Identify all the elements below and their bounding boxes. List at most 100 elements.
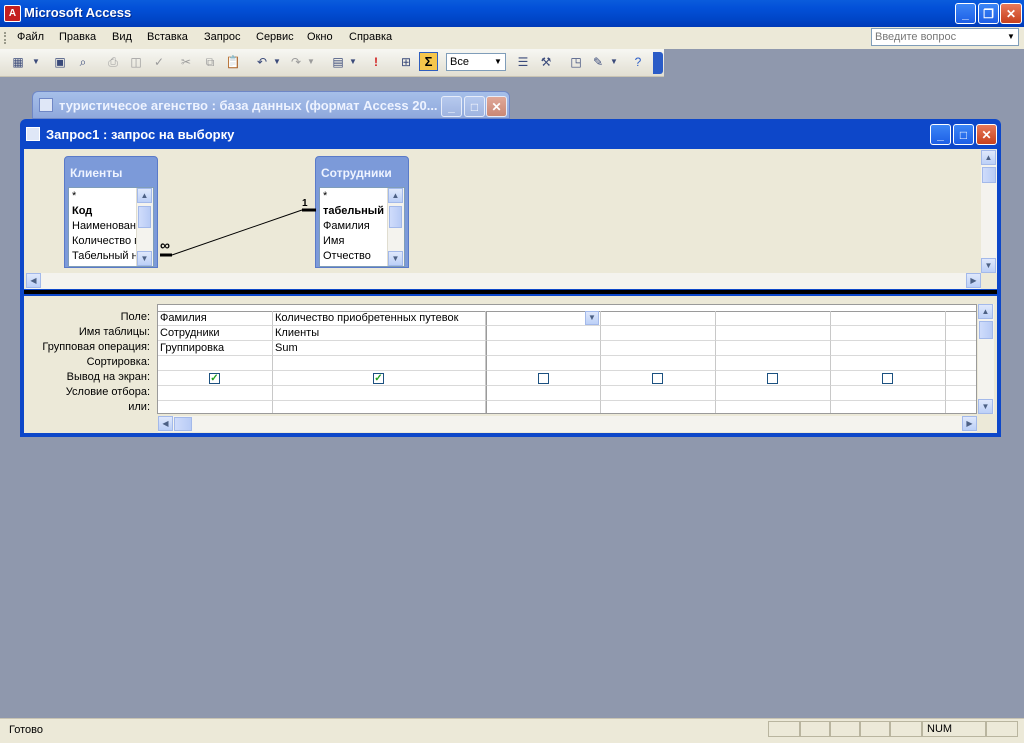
menu-view[interactable]: Вид (112, 31, 132, 43)
grid-cell-show[interactable] (486, 371, 601, 386)
grid-cell-or[interactable] (273, 401, 486, 413)
field-item[interactable]: Имя (323, 235, 389, 247)
show-checkbox[interactable]: ✓ (209, 373, 220, 384)
grid-cell-field[interactable]: Количество приобретенных путевок (273, 311, 486, 326)
chevron-up-icon[interactable]: ▲ (388, 188, 403, 203)
field-item[interactable]: табельный н (323, 205, 389, 217)
show-checkbox[interactable] (538, 373, 549, 384)
chevron-up-icon[interactable]: ▲ (978, 304, 993, 319)
field-item[interactable]: Наименовани (72, 220, 138, 232)
help-icon[interactable]: ? (630, 54, 646, 70)
grid-cell-table[interactable] (601, 326, 716, 341)
chevron-down-icon[interactable]: ▼ (609, 54, 619, 70)
grid-cell-or[interactable] (486, 401, 601, 413)
grid-cell-or[interactable] (158, 401, 273, 413)
chevron-right-icon[interactable]: ▶ (966, 273, 981, 288)
builder-icon[interactable]: ⚒ (538, 54, 554, 70)
grid-cell-show[interactable] (716, 371, 831, 386)
properties-icon[interactable]: ☰ (515, 54, 531, 70)
menu-edit[interactable]: Правка (59, 31, 96, 43)
query-close-button[interactable]: ✕ (976, 124, 997, 145)
grid-cell-table[interactable] (716, 326, 831, 341)
scroll-thumb[interactable] (174, 417, 192, 431)
field-item[interactable]: * (72, 190, 138, 202)
grid-vertical-scrollbar[interactable]: ▲ ▼ (978, 304, 994, 414)
close-button[interactable]: ✕ (1000, 3, 1022, 24)
field-item[interactable]: * (323, 190, 389, 202)
grid-cell-field[interactable]: ▼ (486, 311, 601, 326)
grid-cell-total[interactable]: Группировка (158, 341, 273, 356)
chevron-down-icon[interactable]: ▼ (492, 55, 504, 69)
grid-cell-field[interactable] (601, 311, 716, 326)
grid-cell-total[interactable] (831, 341, 946, 356)
chevron-down-icon[interactable]: ▼ (978, 399, 993, 414)
menu-window[interactable]: Окно (307, 31, 333, 43)
grid-cell-field[interactable] (716, 311, 831, 326)
new-object-icon[interactable]: ✎ (590, 54, 606, 70)
grid-cell-sort[interactable] (716, 356, 831, 371)
show-checkbox[interactable] (882, 373, 893, 384)
print-icon[interactable]: ⎙ (105, 54, 121, 70)
cut-icon[interactable]: ✂ (178, 54, 194, 70)
grid-cell-table[interactable] (946, 326, 976, 341)
chevron-down-icon[interactable]: ▼ (1005, 30, 1017, 44)
grid-cell-criteria[interactable] (946, 386, 976, 401)
grid-cell-or[interactable] (601, 401, 716, 413)
relationship-line[interactable] (156, 196, 320, 262)
show-table-icon[interactable]: ⊞ (398, 54, 414, 70)
table-clients-scrollbar[interactable]: ▲ ▼ (136, 188, 153, 266)
chevron-down-icon[interactable]: ▼ (388, 251, 403, 266)
restore-button[interactable]: ❐ (978, 3, 999, 24)
table-clients[interactable]: Клиенты * Код Наименовани Количество п Т… (64, 156, 158, 268)
menu-tools[interactable]: Сервис (256, 31, 294, 43)
grid-cell-or[interactable] (831, 401, 946, 413)
show-checkbox[interactable] (652, 373, 663, 384)
table-employees-scrollbar[interactable]: ▲ ▼ (387, 188, 404, 266)
database-window[interactable]: туристичесое агенство : база данных (фор… (32, 91, 510, 119)
menu-file[interactable]: Файл (17, 31, 44, 43)
redo-icon[interactable]: ↷ (288, 54, 304, 70)
grid-cell-table[interactable]: Клиенты (273, 326, 486, 341)
query-maximize-button[interactable]: □ (953, 124, 974, 145)
grid-cell-sort[interactable] (273, 356, 486, 371)
grid-cell-total[interactable]: Sum (273, 341, 486, 356)
chevron-down-icon[interactable]: ▼ (981, 258, 996, 273)
chevron-down-icon[interactable]: ▼ (137, 251, 152, 266)
grid-cell-field[interactable]: Фамилия (158, 311, 273, 326)
chevron-up-icon[interactable]: ▲ (137, 188, 152, 203)
help-search-input[interactable]: Введите вопрос ▼ (871, 28, 1019, 46)
table-employees-field-list[interactable]: * табельный н Фамилия Имя Отчество ▲ ▼ (319, 187, 405, 267)
scroll-thumb[interactable] (979, 321, 993, 339)
grid-cell-or[interactable] (946, 401, 976, 413)
chevron-down-icon[interactable]: ▼ (585, 311, 599, 325)
query-minimize-button[interactable]: _ (930, 124, 951, 145)
top-values-select[interactable]: Все ▼ (446, 53, 506, 71)
grid-cell-field[interactable] (831, 311, 946, 326)
undo-icon[interactable]: ↶ (254, 54, 270, 70)
menu-query[interactable]: Запрос (204, 31, 240, 43)
minimize-button[interactable]: _ (955, 3, 976, 24)
save-icon[interactable]: ▣ (52, 54, 68, 70)
scroll-thumb[interactable] (138, 206, 151, 228)
grid-cell-criteria[interactable] (716, 386, 831, 401)
field-item[interactable]: Табельный н (72, 250, 138, 262)
scroll-thumb[interactable] (389, 206, 402, 228)
grid-cell-criteria[interactable] (601, 386, 716, 401)
chevron-left-icon[interactable]: ◀ (26, 273, 41, 288)
grid-cell-field[interactable] (946, 311, 976, 326)
show-checkbox[interactable] (767, 373, 778, 384)
chevron-left-icon[interactable]: ◀ (158, 416, 173, 431)
menu-insert[interactable]: Вставка (147, 31, 188, 43)
grid-cell-show[interactable] (946, 371, 976, 386)
grid-cell-total[interactable] (946, 341, 976, 356)
database-window-icon[interactable]: ◳ (568, 54, 584, 70)
copy-icon[interactable]: ⧉ (202, 54, 218, 70)
scroll-thumb[interactable] (982, 167, 996, 183)
grid-cell-table[interactable] (831, 326, 946, 341)
grid-cell-show[interactable]: ✓ (273, 371, 486, 386)
totals-sigma-icon[interactable]: Σ (419, 52, 438, 71)
toolbar-options-handle[interactable] (653, 52, 663, 74)
view-icon[interactable]: ▦ (10, 54, 26, 70)
grid-cell-sort[interactable] (158, 356, 273, 371)
db-maximize-button[interactable]: □ (464, 96, 485, 117)
